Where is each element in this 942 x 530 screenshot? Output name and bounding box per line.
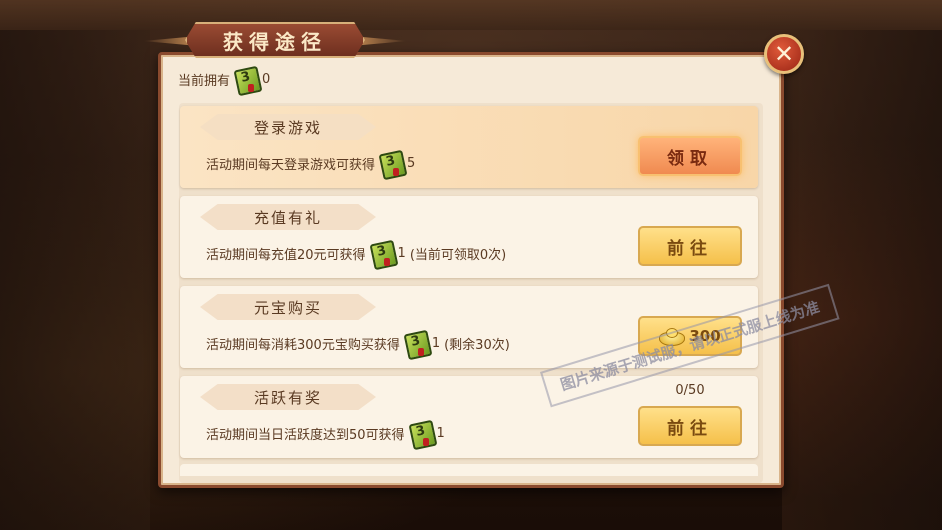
task-title: 登录游戏 xyxy=(200,114,376,140)
token-icon xyxy=(379,150,403,176)
token-icon xyxy=(234,66,258,92)
task-description: 活动期间每消耗300元宝购买获得 1 (剩余30次) xyxy=(206,330,510,356)
task-desc-text: 活动期间每天登录游戏可获得 xyxy=(206,157,376,173)
token-icon xyxy=(404,330,428,356)
task-desc-text: 活动期间当日活跃度达到50可获得 xyxy=(206,427,405,443)
task-reward: 1 xyxy=(397,245,406,261)
owned-count: 当前拥有 0 xyxy=(178,66,271,92)
task-desc-text: 活动期间每消耗300元宝购买获得 xyxy=(206,337,400,353)
token-icon xyxy=(409,420,433,446)
dialog-title: 获得途径 xyxy=(223,29,327,54)
task-title: 元宝购买 xyxy=(200,294,376,320)
task-extra: (当前可领取0次) xyxy=(409,247,507,263)
dialog-title-banner: 获得途径 xyxy=(185,22,365,58)
task-description: 活动期间每充值20元可获得 1 (当前可领取0次) xyxy=(206,240,506,266)
list-item xyxy=(180,464,758,476)
background-top-bar xyxy=(0,0,942,30)
task-desc-text: 活动期间每充值20元可获得 xyxy=(206,247,366,263)
task-row-login: 登录游戏 活动期间每天登录游戏可获得 5 领取 xyxy=(180,106,758,188)
go-button-label: 前往 xyxy=(667,238,713,259)
task-reward: 5 xyxy=(407,155,416,171)
task-description: 活动期间每天登录游戏可获得 5 xyxy=(206,150,415,176)
claim-button-label: 领取 xyxy=(667,148,713,169)
owned-value: 0 xyxy=(262,71,271,87)
task-reward: 1 xyxy=(436,425,445,441)
close-icon[interactable]: ✕ xyxy=(764,34,804,74)
task-description: 活动期间当日活跃度达到50可获得 1 xyxy=(206,420,445,446)
task-extra: (剩余30次) xyxy=(444,337,510,353)
task-row-recharge: 充值有礼 活动期间每充值20元可获得 1 (当前可领取0次) 前往 xyxy=(180,196,758,278)
token-icon xyxy=(370,240,394,266)
background-right xyxy=(782,30,942,530)
go-button[interactable]: 前往 xyxy=(638,406,742,446)
background-left xyxy=(0,30,150,530)
task-reward: 1 xyxy=(431,335,441,351)
activity-progress: 0/50 xyxy=(675,383,705,398)
go-button[interactable]: 前往 xyxy=(638,226,742,266)
claim-button[interactable]: 领取 xyxy=(638,136,742,176)
owned-label: 当前拥有 xyxy=(178,73,231,89)
go-button-label: 前往 xyxy=(667,418,713,439)
task-title: 活跃有奖 xyxy=(200,384,376,410)
task-title: 充值有礼 xyxy=(200,204,376,230)
